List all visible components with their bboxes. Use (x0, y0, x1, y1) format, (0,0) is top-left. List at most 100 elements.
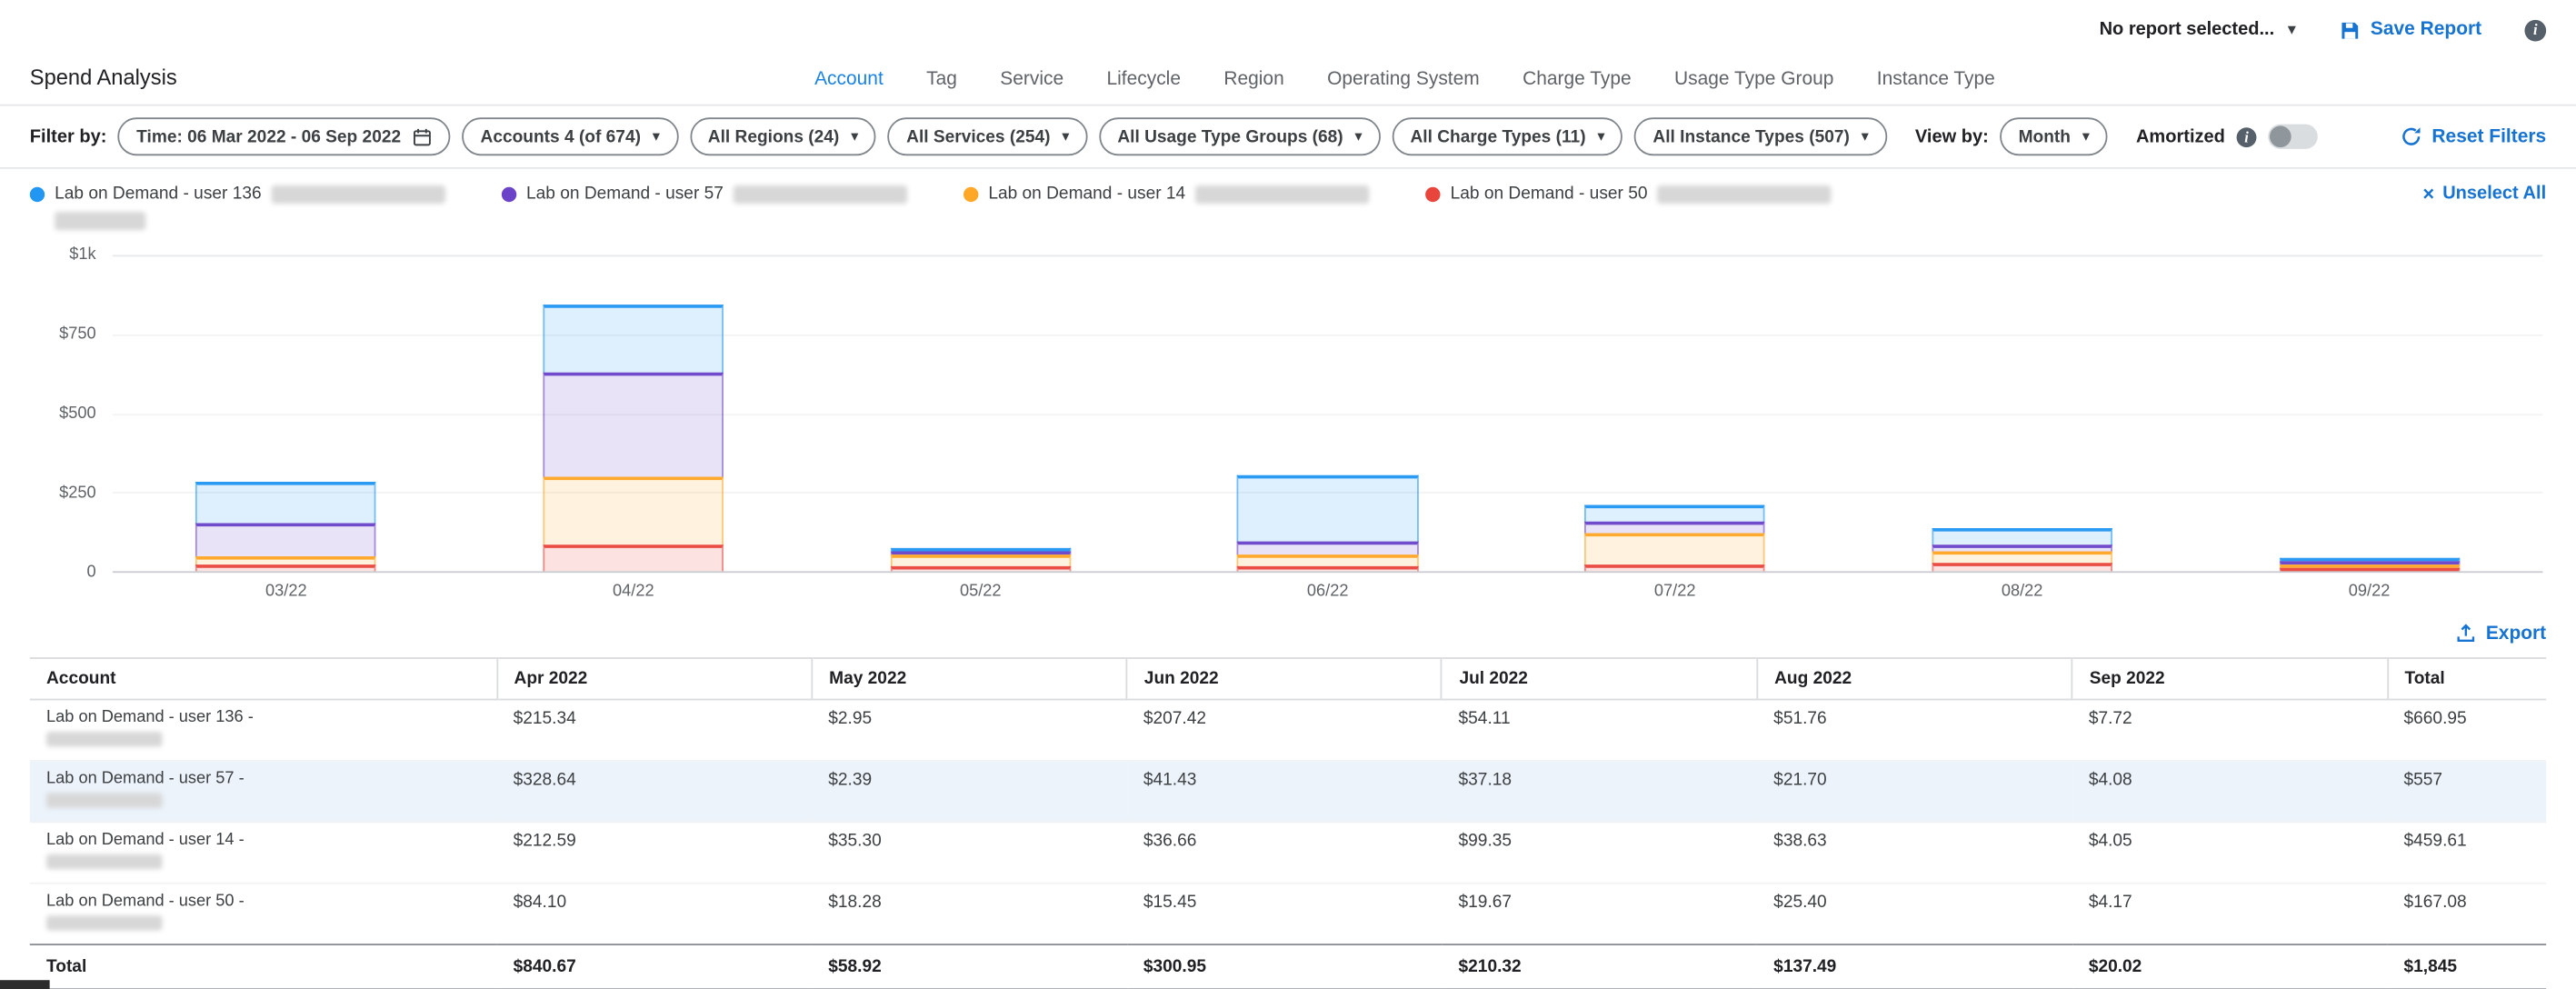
tab-usage-type-group[interactable]: Usage Type Group (1674, 69, 1833, 89)
tab-account[interactable]: Account (814, 69, 884, 89)
legend-dot (964, 186, 978, 201)
value-cell: $84.10 (496, 884, 812, 944)
tab-service[interactable]: Service (1000, 69, 1063, 89)
tab-tag[interactable]: Tag (926, 69, 957, 89)
chevron-down-icon: ▾ (653, 127, 660, 145)
filter-pill-all-usage-type-groups-68[interactable]: All Usage Type Groups (68)▾ (1099, 117, 1380, 155)
filter-pill-accounts-4-of-674[interactable]: Accounts 4 (of 674) ▾ (463, 117, 678, 155)
view-by-pill[interactable]: Month ▾ (2001, 117, 2108, 155)
legend-label: Lab on Demand - user 136 (55, 184, 262, 204)
legend-label: Lab on Demand - user 50 (1451, 184, 1648, 204)
tab-lifecycle[interactable]: Lifecycle (1106, 69, 1181, 89)
bar-segment (543, 477, 724, 544)
bar-segment (1584, 504, 1765, 522)
value-cell: $557 (2387, 761, 2546, 822)
tab-operating-system[interactable]: Operating System (1327, 69, 1480, 89)
y-axis-label: $1k (69, 245, 95, 264)
legend-dot (30, 186, 45, 201)
info-icon[interactable]: i (2237, 126, 2257, 146)
x-axis-label: 06/22 (1154, 583, 1502, 601)
total-value-cell: $210.32 (1442, 944, 1757, 989)
export-button[interactable]: Export (2454, 623, 2546, 644)
bar-segment (1237, 475, 1418, 542)
value-cell: $99.35 (1442, 822, 1757, 883)
legend-item-lab-on-demand-user-136[interactable]: Lab on Demand - user 136 (30, 184, 445, 238)
tab-region[interactable]: Region (1223, 69, 1283, 89)
account-cell: Lab on Demand - user 136 - (30, 699, 497, 760)
reset-filters-button[interactable]: Reset Filters (2401, 125, 2546, 147)
tab-instance-type[interactable]: Instance Type (1877, 69, 1995, 89)
page-title: Spend Analysis (30, 65, 177, 89)
filter-pill-label: Accounts 4 (of 674) (481, 126, 641, 146)
unselect-all-label: Unselect All (2442, 184, 2546, 204)
info-icon[interactable]: i (2524, 19, 2546, 41)
filter-pill-all-services-254[interactable]: All Services (254)▾ (888, 117, 1087, 155)
unselect-all-button[interactable]: × Unselect All (2422, 184, 2546, 204)
close-icon: × (2422, 184, 2434, 204)
save-report-button[interactable]: Save Report (2339, 19, 2481, 41)
col-header-jun-2022: Jun 2022 (1127, 658, 1443, 700)
y-axis-label: $250 (59, 485, 96, 503)
toggle-knob (2270, 125, 2291, 147)
report-selector-dropdown[interactable]: No report selected... ▾ (2100, 20, 2296, 40)
account-name: Lab on Demand - user 136 - (46, 709, 480, 727)
total-value-cell: $1,845 (2387, 944, 2546, 989)
bar-segment (1584, 522, 1765, 534)
total-label: Total (30, 944, 497, 989)
bar-05-22[interactable] (890, 547, 1071, 571)
bar-segment (543, 544, 724, 571)
table-row[interactable]: Lab on Demand - user 50 -$84.10$18.28$15… (30, 884, 2546, 944)
y-axis-label: $750 (59, 325, 96, 344)
legend-item-lab-on-demand-user-57[interactable]: Lab on Demand - user 57 (502, 184, 907, 204)
bar-09-22[interactable] (2279, 558, 2460, 572)
bar-03-22[interactable] (196, 483, 377, 572)
bar-07-22[interactable] (1584, 504, 1765, 571)
redacted-text (46, 732, 162, 746)
bar-04-22[interactable] (543, 304, 724, 571)
total-value-cell: $137.49 (1757, 944, 2072, 989)
value-cell: $54.11 (1442, 699, 1757, 760)
legend-label: Lab on Demand - user 14 (988, 184, 1185, 204)
account-cell: Lab on Demand - user 14 - (30, 822, 497, 883)
value-cell: $18.28 (812, 884, 1127, 944)
account-cell: Lab on Demand - user 57 - (30, 761, 497, 822)
spend-table: AccountApr 2022May 2022Jun 2022Jul 2022A… (30, 657, 2546, 989)
total-value-cell: $300.95 (1127, 944, 1443, 989)
table-row[interactable]: Lab on Demand - user 136 -$215.34$2.95$2… (30, 699, 2546, 760)
bar-segment (1932, 551, 2112, 563)
partial-element (0, 979, 50, 989)
filter-pill-label: All Charge Types (11) (1410, 126, 1585, 146)
table-row[interactable]: Lab on Demand - user 57 -$328.64$2.39$41… (30, 761, 2546, 822)
col-header-jul-2022: Jul 2022 (1442, 658, 1757, 700)
account-cell: Lab on Demand - user 50 - (30, 884, 497, 944)
table-row[interactable]: Lab on Demand - user 14 -$212.59$35.30$3… (30, 822, 2546, 883)
redacted-text (1195, 185, 1369, 203)
time-filter-label: Time: 06 Mar 2022 - 06 Sep 2022 (136, 126, 401, 146)
refresh-icon (2401, 125, 2422, 147)
account-name: Lab on Demand - user 50 - (46, 893, 480, 911)
col-header-total: Total (2387, 658, 2546, 700)
value-cell: $37.18 (1442, 761, 1757, 822)
value-cell: $25.40 (1757, 884, 2072, 944)
bar-segment (2279, 568, 2460, 572)
x-axis-label: 08/22 (1849, 583, 2196, 601)
bar-06-22[interactable] (1237, 475, 1418, 571)
legend-item-lab-on-demand-user-50[interactable]: Lab on Demand - user 50 (1425, 184, 1831, 204)
legend-dot (1425, 186, 1440, 201)
filter-pill-all-instance-types-507[interactable]: All Instance Types (507)▾ (1634, 117, 1887, 155)
time-filter-pill[interactable]: Time: 06 Mar 2022 - 06 Sep 2022 (118, 117, 451, 155)
redacted-text (1657, 185, 1831, 203)
value-cell: $215.34 (496, 699, 812, 760)
col-header-aug-2022: Aug 2022 (1757, 658, 2072, 700)
filter-pill-all-charge-types-11[interactable]: All Charge Types (11)▾ (1392, 117, 1622, 155)
plot-area (113, 255, 2543, 573)
bar-08-22[interactable] (1932, 527, 2112, 571)
amortized-toggle[interactable] (2268, 125, 2318, 149)
legend-item-lab-on-demand-user-14[interactable]: Lab on Demand - user 14 (964, 184, 1369, 204)
filter-pill-label: All Regions (24) (708, 126, 840, 146)
filter-pill-label: All Instance Types (507) (1652, 126, 1849, 146)
filter-pill-all-regions-24[interactable]: All Regions (24)▾ (690, 117, 877, 155)
tab-charge-type[interactable]: Charge Type (1523, 69, 1632, 89)
bar-segment (1237, 542, 1418, 554)
bar-segment (1237, 566, 1418, 571)
